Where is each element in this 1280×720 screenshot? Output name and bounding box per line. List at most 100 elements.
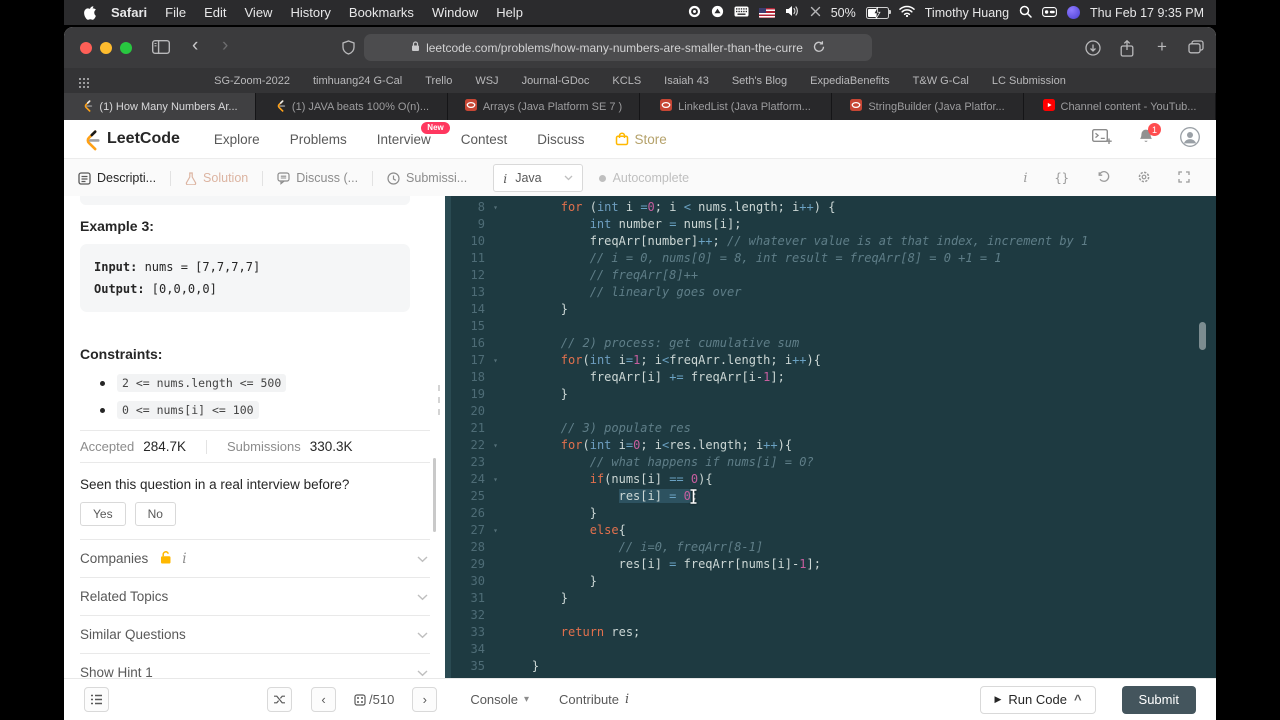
- us-flag-icon[interactable]: [758, 7, 775, 18]
- info-icon[interactable]: i: [1023, 171, 1027, 186]
- nav-item-discuss[interactable]: Discuss: [537, 132, 584, 147]
- menu-item-help[interactable]: Help: [487, 5, 532, 20]
- menu-item-edit[interactable]: Edit: [195, 5, 235, 20]
- bookmark-item[interactable]: timhuang24 G-Cal: [313, 75, 402, 87]
- problem-toolbar: Descripti... Solution Discuss (... Submi…: [64, 159, 1216, 198]
- wifi-icon[interactable]: [899, 5, 915, 20]
- autocomplete-toggle[interactable]: Autocomplete: [598, 171, 689, 185]
- user-name[interactable]: Timothy Huang: [925, 6, 1009, 20]
- notifications-bell[interactable]: 1: [1138, 123, 1161, 150]
- app-status-icon[interactable]: [1067, 6, 1081, 19]
- apple-menu-icon[interactable]: [84, 5, 96, 20]
- tab-discuss[interactable]: Discuss (...: [263, 159, 372, 197]
- volume-icon[interactable]: [785, 5, 800, 20]
- bookmark-item[interactable]: Seth's Blog: [732, 75, 787, 87]
- bookmark-item[interactable]: Journal-GDoc: [522, 75, 590, 87]
- nav-item-contest[interactable]: Contest: [461, 132, 508, 147]
- browser-tab[interactable]: (1) How Many Numbers Ar...: [64, 93, 256, 120]
- forward-button[interactable]: ›: [222, 35, 228, 57]
- control-center-icon[interactable]: [1042, 6, 1057, 20]
- favorites-grid-icon[interactable]: [79, 75, 89, 93]
- browser-tab[interactable]: Channel content - YouTub...: [1024, 93, 1216, 120]
- editor-scrollbar[interactable]: [1199, 322, 1206, 350]
- bookmark-item[interactable]: Trello: [425, 75, 452, 87]
- nav-item-interview[interactable]: Interview New: [377, 121, 450, 147]
- browser-tab[interactable]: Arrays (Java Platform SE 7 ): [448, 93, 640, 120]
- menu-item-safari[interactable]: Safari: [102, 5, 156, 20]
- menu-item-view[interactable]: View: [236, 5, 282, 20]
- menu-item-file[interactable]: File: [156, 5, 195, 20]
- next-problem-button[interactable]: ›: [412, 687, 438, 712]
- playground-icon[interactable]: [1091, 128, 1112, 150]
- previous-problem-button[interactable]: ‹: [311, 687, 336, 712]
- bookmark-item[interactable]: ExpediaBenefits: [810, 75, 890, 87]
- privacy-shield-icon[interactable]: [342, 40, 355, 60]
- keyboard-icon[interactable]: [734, 6, 749, 20]
- share-icon[interactable]: [1120, 39, 1134, 62]
- menu-items: Safari File Edit View History Bookmarks Window…: [102, 5, 532, 20]
- shuffle-button[interactable]: [267, 687, 292, 712]
- close-window-button[interactable]: [80, 42, 92, 54]
- language-select[interactable]: i Java: [493, 164, 583, 192]
- section-similar-questions[interactable]: Similar Questions: [80, 615, 430, 653]
- browser-tab[interactable]: (1) JAVA beats 100% O(n)...: [256, 93, 448, 120]
- nav-item-problems[interactable]: Problems: [290, 132, 347, 147]
- nav-item-explore[interactable]: Explore: [214, 132, 260, 147]
- nav-item-store[interactable]: Store: [615, 132, 667, 147]
- bookmark-item[interactable]: WSJ: [475, 75, 498, 87]
- menu-item-bookmarks[interactable]: Bookmarks: [340, 5, 423, 20]
- tab-solution[interactable]: Solution: [171, 159, 262, 197]
- sidebar-icon[interactable]: [151, 39, 171, 59]
- leetcode-logo-text: LeetCode: [107, 130, 180, 147]
- browser-tab[interactable]: LinkedList (Java Platform...: [640, 93, 832, 120]
- section-show-hint-1[interactable]: Show Hint 1: [80, 653, 430, 678]
- panel-resize-handle[interactable]: [438, 385, 440, 421]
- tab-submissions[interactable]: Submissi...: [373, 159, 481, 197]
- section-label: Related Topics: [80, 589, 169, 604]
- reload-icon[interactable]: [813, 40, 825, 56]
- bookmarks-bar: SG-Zoom-2022 timhuang24 G-Cal Trello WSJ Jou…: [64, 68, 1216, 93]
- bookmark-item[interactable]: SG-Zoom-2022: [214, 75, 290, 87]
- minimize-window-button[interactable]: [100, 42, 112, 54]
- menu-item-history[interactable]: History: [281, 5, 339, 20]
- browser-tab[interactable]: StringBuilder (Java Platfor...: [832, 93, 1024, 120]
- tab-overview-icon[interactable]: [1188, 40, 1204, 59]
- new-tab-button[interactable]: +: [1157, 37, 1167, 57]
- section-related-topics[interactable]: Related Topics: [80, 577, 430, 615]
- code-text: // what happens if nums[i] = 0?: [589, 455, 814, 469]
- code-editor[interactable]: 8 ▾ for (int i =0; i < nums.length; i++) …: [445, 196, 1216, 678]
- screen: Safari File Edit View History Bookmarks Window…: [64, 0, 1216, 720]
- battery-icon[interactable]: [865, 6, 891, 19]
- bookmark-item[interactable]: T&W G-Cal: [913, 75, 969, 87]
- cleanshot-icon[interactable]: [711, 5, 724, 21]
- bookmark-item[interactable]: KCLS: [612, 75, 641, 87]
- settings-gear-icon[interactable]: [1137, 170, 1151, 187]
- problem-counter[interactable]: /510: [354, 692, 394, 707]
- avatar[interactable]: [1180, 126, 1200, 152]
- reset-code-icon[interactable]: [1096, 170, 1110, 186]
- screen-record-icon[interactable]: [688, 5, 701, 21]
- console-button[interactable]: Console ▾: [470, 692, 529, 707]
- run-code-button[interactable]: ▶ Run Code ^: [980, 685, 1096, 714]
- spotlight-icon[interactable]: [1019, 5, 1032, 21]
- yes-button[interactable]: Yes: [80, 502, 126, 526]
- zoom-window-button[interactable]: [120, 42, 132, 54]
- problem-list-button[interactable]: [84, 687, 109, 712]
- fullscreen-icon[interactable]: [1178, 170, 1190, 186]
- tab-description[interactable]: Descripti...: [64, 159, 170, 197]
- section-companies[interactable]: Companies i: [80, 539, 430, 577]
- bookmark-item[interactable]: LC Submission: [992, 75, 1066, 87]
- downloads-icon[interactable]: [1085, 40, 1101, 61]
- no-button[interactable]: No: [134, 502, 176, 526]
- bookmark-item[interactable]: Isaiah 43: [664, 75, 709, 87]
- contribute-button[interactable]: Contribute i: [559, 692, 629, 707]
- left-panel-scrollbar[interactable]: [433, 458, 436, 532]
- menubar-clock[interactable]: Thu Feb 17 9:35 PM: [1090, 6, 1204, 20]
- x-status-icon[interactable]: [810, 6, 821, 20]
- format-braces-icon[interactable]: {}: [1055, 171, 1069, 185]
- leetcode-logo[interactable]: LeetCode: [80, 128, 180, 151]
- submit-button[interactable]: Submit: [1121, 685, 1196, 714]
- address-bar[interactable]: leetcode.com/problems/how-many-numbers-a…: [364, 34, 872, 61]
- menu-item-window[interactable]: Window: [423, 5, 487, 20]
- back-button[interactable]: ‹: [192, 35, 198, 57]
